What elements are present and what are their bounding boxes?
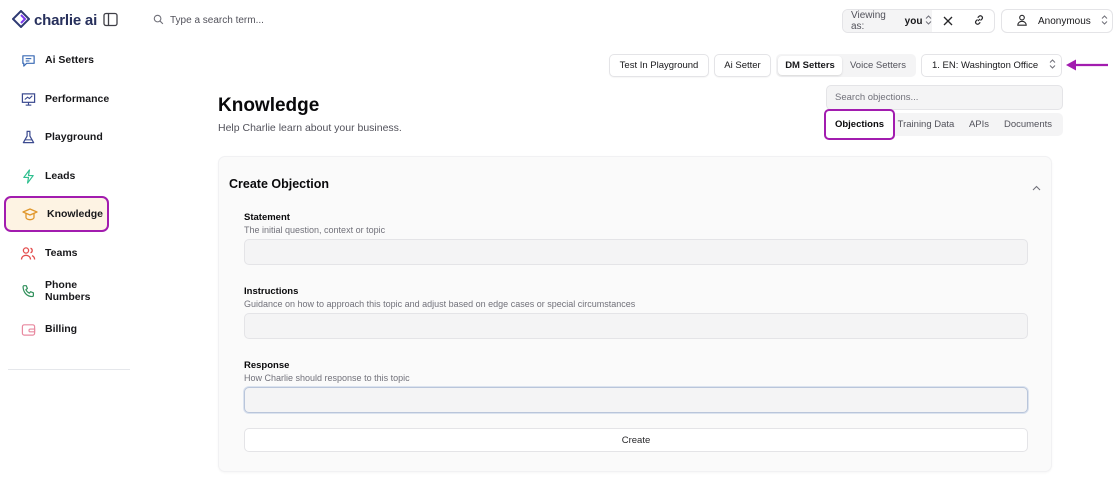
global-search[interactable] [153,13,390,28]
annotation-arrow-icon [1065,58,1109,75]
office-select-value: 1. EN: Washington Office [932,60,1039,71]
copy-link-button[interactable] [963,10,994,32]
test-in-playground-button[interactable]: Test In Playground [609,54,709,77]
link-icon [973,14,985,29]
sidebar-item-phone-numbers[interactable]: Phone Numbers [8,275,106,307]
viewing-as-select[interactable]: Viewing as: you [843,10,933,32]
clear-viewing-button[interactable] [932,10,963,32]
user-menu-button[interactable]: Anonymous [1001,9,1113,33]
sidebar-toggle-icon[interactable] [103,12,118,30]
statement-field[interactable] [244,239,1028,265]
tab-voice-setters[interactable]: Voice Setters [842,56,914,75]
setter-type-toggle: DM Setters Voice Setters [776,54,916,77]
objections-search[interactable] [826,85,1063,110]
page-subtitle: Help Charlie learn about your business. [218,122,402,134]
sidebar-item-label: Knowledge [47,208,104,220]
user-icon [1016,14,1028,29]
objections-search-input[interactable] [827,86,1062,109]
sidebar-item-billing[interactable]: Billing [8,313,106,345]
instructions-label: Instructions [244,286,299,297]
close-icon [943,14,953,29]
sidebar-item-leads[interactable]: Leads [8,160,106,192]
sidebar-item-label: Phone Numbers [45,279,91,303]
graduation-cap-icon [22,206,38,222]
create-button[interactable]: Create [244,428,1028,452]
tab-dm-setters[interactable]: DM Setters [778,56,842,75]
charlie-logo-icon [11,9,31,31]
sidebar-item-knowledge[interactable]: Knowledge [4,196,109,232]
tab-documents[interactable]: Documents [1000,113,1056,136]
sidebar-divider [8,369,130,370]
wallet-icon [20,321,36,337]
chevron-updown-icon [1049,59,1056,72]
sidebar-item-label: Billing [45,323,78,335]
flask-icon [20,129,36,145]
chevron-up-icon[interactable] [1032,179,1041,194]
page-title: Knowledge [218,95,320,116]
tab-objections[interactable]: Objections [824,109,895,140]
tab-apis[interactable]: APIs [964,113,994,136]
sidebar-item-label: Leads [45,170,76,182]
logo-text: charlie ai [34,12,98,29]
presentation-chart-icon [20,91,36,107]
sidebar-item-label: Teams [45,247,78,259]
knowledge-tabs: Objections Training Data APIs Documents [824,109,1063,140]
chevron-updown-icon [1101,14,1108,28]
response-field[interactable] [244,387,1028,413]
chat-icon [20,52,36,68]
sidebar-item-label: Playground [45,131,103,143]
search-input[interactable] [170,15,390,26]
sidebar-item-teams[interactable]: Teams [8,237,106,269]
viewing-as-label: Viewing as: [851,10,886,32]
tab-training-data[interactable]: Training Data [895,113,957,136]
chevron-updown-icon [925,14,932,28]
lightning-icon [20,168,36,184]
user-name: Anonymous [1038,15,1091,27]
create-objection-card: Create Objection Statement The initial q… [218,156,1052,472]
viewing-as-value: you [904,15,923,27]
logo[interactable]: charlie ai [11,9,98,31]
response-description: How Charlie should response to this topi… [244,373,410,383]
ai-setter-button[interactable]: Ai Setter [714,54,771,77]
users-icon [20,245,36,261]
sidebar-item-label: Performance [45,93,110,105]
phone-icon [20,283,36,299]
sidebar-item-ai-setters[interactable]: Ai Setters [8,44,106,76]
viewing-as-control: Viewing as: you [842,9,995,33]
sidebar-item-performance[interactable]: Performance [8,83,110,115]
response-label: Response [244,360,290,371]
statement-description: The initial question, context or topic [244,225,386,235]
search-icon [153,13,164,28]
sidebar: charlie ai Ai Setters Performance Playgr… [0,0,132,480]
statement-label: Statement [244,212,290,223]
instructions-description: Guidance on how to approach this topic a… [244,299,636,309]
sidebar-item-playground[interactable]: Playground [8,121,106,153]
office-select[interactable]: 1. EN: Washington Office [921,54,1062,77]
card-title: Create Objection [229,177,330,191]
instructions-field[interactable] [244,313,1028,339]
sidebar-item-label: Ai Setters [45,54,95,66]
